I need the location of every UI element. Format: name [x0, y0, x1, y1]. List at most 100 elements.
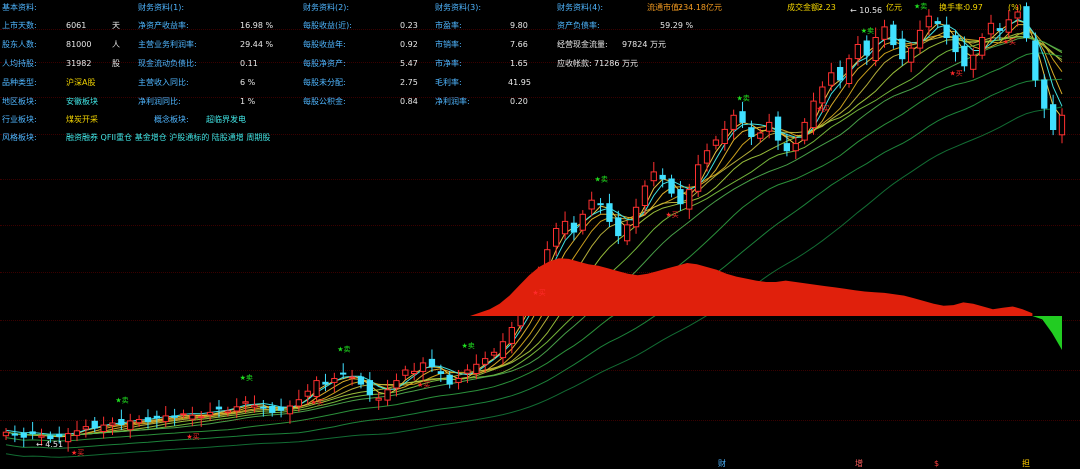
finance2-label: 每股净资产: [303, 59, 346, 68]
sell-marker: ★买 [71, 449, 84, 457]
candle-body [553, 228, 560, 247]
style-label: 风格板块: [2, 133, 37, 142]
finance1-title: 财务资料(1): [138, 3, 185, 12]
candle-body [624, 224, 631, 242]
candle-body [393, 380, 400, 389]
candle-body [411, 370, 418, 374]
candle-body [1041, 79, 1048, 109]
candle-body [402, 369, 409, 376]
candle-body [739, 111, 746, 123]
candle-body [916, 29, 924, 49]
candle-body [277, 406, 285, 411]
candle-body [881, 26, 888, 40]
style-value: 融资融券 QFII重仓 基金增仓 沪股通标的 陆股通增 周期股 [66, 133, 271, 142]
candle-body [970, 54, 977, 70]
finance3-label: 市净率: [435, 59, 462, 68]
basic-unit: 人 [112, 40, 120, 49]
candle-body [748, 127, 755, 137]
basic-label: 地区板块: [2, 97, 37, 106]
candle-body [29, 431, 36, 435]
candle-body [934, 21, 941, 24]
buy-marker: ★卖 [595, 176, 608, 184]
candle-body [792, 143, 799, 152]
candle-body [1050, 104, 1057, 130]
sell-marker: ★买 [950, 70, 963, 78]
candle-body [153, 415, 160, 419]
candle-body [579, 213, 586, 231]
candle-body [987, 22, 995, 35]
sell-marker: ★买 [666, 211, 679, 219]
candle-body [198, 416, 205, 419]
candle-body [206, 411, 214, 416]
candle-body [1023, 6, 1030, 38]
finance1-value: 1 % [240, 97, 256, 106]
candle-body [783, 143, 791, 152]
finance3-title: 财务资料(3): [435, 3, 482, 12]
candle-body [171, 415, 178, 418]
finance1-label: 主营收入同比: [138, 78, 189, 87]
candle-body [925, 15, 933, 28]
candle-body [375, 397, 382, 401]
candle-body [632, 206, 640, 228]
sell-marker: ★买 [311, 399, 324, 407]
candle-body [340, 372, 347, 375]
candle-body [766, 121, 773, 132]
turnover-amount-label: 成交金额: [787, 3, 822, 12]
finance2-label: 每股收益年: [303, 40, 346, 49]
basic-label: 人均持股: [2, 59, 37, 68]
finance4-label: 经营现金流量: [557, 40, 608, 49]
finance1-value: 0.11 [240, 59, 258, 68]
ma-line [5, 35, 1063, 437]
basic-label: 股东人数: [2, 40, 37, 49]
candle-body [189, 414, 196, 420]
candle-body [73, 430, 81, 436]
candle-body [890, 24, 897, 46]
candle-body [703, 150, 711, 164]
high-price-label: ← 10.56 [850, 6, 882, 15]
candle-body [215, 406, 223, 410]
candle-body [961, 45, 968, 67]
candle-body [677, 189, 684, 205]
turnover-amount-value: 2.23 [818, 3, 836, 12]
candle-body [482, 358, 489, 365]
candle-body [224, 410, 231, 413]
candle-body [100, 424, 107, 433]
finance3-value: 1.65 [510, 59, 528, 68]
candle-body [455, 378, 462, 383]
bottom-tab-finance[interactable]: 财 [718, 459, 726, 469]
buy-marker: ★卖 [461, 342, 474, 350]
candle-body [162, 415, 169, 423]
candlestick-chart[interactable]: ★卖 ★卖 ★卖 ★卖 ★卖 ★卖 ★卖 ★卖 ★买 ★买 ★买 ★买 ★买 ★买 ★买 ★买 ★买 ← 10.5… [0, 0, 1080, 469]
candle-body [615, 217, 622, 237]
bottom-tab-guarantee[interactable]: 担 [1022, 459, 1030, 469]
candle-body [668, 178, 675, 194]
candle-body [996, 28, 1004, 31]
bottom-tab-increase[interactable]: 增 [855, 459, 863, 469]
candle-body [712, 139, 720, 146]
concept-value: 超临界发电 [206, 115, 246, 124]
finance2-label: 每股公积金: [303, 97, 346, 106]
concept-label: 概念板块: [154, 115, 189, 124]
bottom-tab-dollar[interactable]: $ [934, 459, 939, 469]
candle-body [38, 435, 45, 438]
candle-body [366, 380, 374, 396]
finance2-title: 财务资料(2): [303, 3, 350, 12]
buy-marker: ★卖 [861, 27, 874, 35]
sell-marker: ★买 [532, 289, 545, 297]
candle-body [561, 220, 569, 235]
finance3-value: 7.66 [510, 40, 528, 49]
finance2-value: 0.84 [400, 97, 418, 106]
candle-body [82, 426, 89, 430]
candle-body [641, 185, 649, 206]
finance1-value: 6 % [240, 78, 256, 87]
candle-body [437, 371, 445, 375]
candle-body [331, 378, 338, 383]
candle-body [659, 174, 666, 180]
finance1-label: 主营业务利润率: [138, 40, 197, 49]
finance2-label: 每股收益(近): [303, 21, 352, 30]
finance1-value: 16.98 % [240, 21, 274, 30]
candle-body [473, 363, 480, 374]
candle-body [499, 341, 507, 359]
finance3-value: 0.20 [510, 97, 528, 106]
finance3-label: 净利润率: [435, 97, 470, 106]
